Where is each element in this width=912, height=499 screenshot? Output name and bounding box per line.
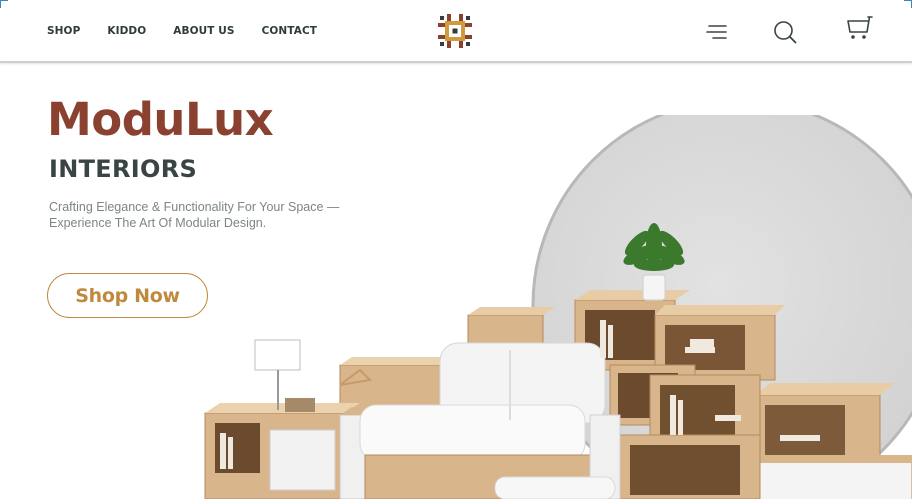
shop-now-button[interactable]: Shop Now [47,273,208,318]
hamburger-menu-icon[interactable] [706,23,728,41]
selection-corner-marker [0,0,8,8]
nav-item-shop[interactable]: SHOP [47,25,80,37]
hero-subtitle: INTERIORS [49,155,198,183]
brand-logo-icon[interactable] [437,13,473,49]
nav-item-kiddo[interactable]: KIDDO [107,25,146,37]
site-header: SHOP KIDDO ABOUT US CONTACT [0,0,912,63]
cart-icon[interactable] [845,15,875,41]
selection-corner-marker [904,0,912,8]
nav-item-about-us[interactable]: ABOUT US [173,25,234,37]
nav-item-contact[interactable]: CONTACT [262,25,317,37]
main-nav: SHOP KIDDO ABOUT US CONTACT [47,25,344,37]
search-icon[interactable] [773,20,797,44]
shop-now-label: Shop Now [75,284,180,307]
modular-furniture-product-image [204,115,912,499]
